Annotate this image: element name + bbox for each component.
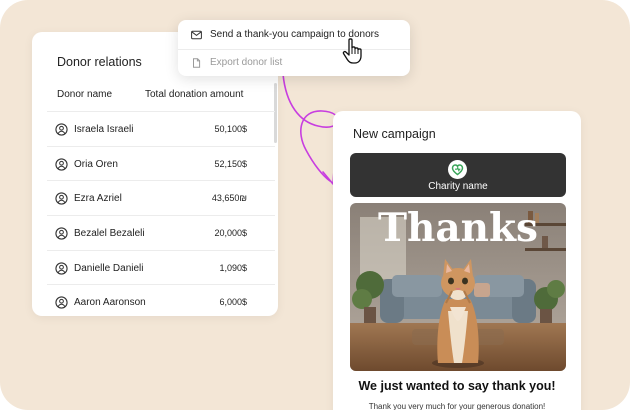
donation-amount: 1,090$ xyxy=(219,262,247,273)
donor-table: Israela Israeli 50,100$ Oria Oren 52,150… xyxy=(47,111,275,316)
column-header-name[interactable]: Donor name xyxy=(57,89,112,100)
donor-name: Israela Israeli xyxy=(74,124,134,135)
donation-amount: 52,150$ xyxy=(214,158,247,169)
mail-icon xyxy=(191,30,202,40)
table-row[interactable]: Israela Israeli 50,100$ xyxy=(47,111,275,146)
donor-actions-menu: Send a thank-you campaign to donors Expo… xyxy=(178,20,410,76)
hand-cursor-icon xyxy=(342,38,362,64)
table-row[interactable]: Danielle Danieli 1,090$ xyxy=(47,249,275,285)
menu-item-send-campaign[interactable]: Send a thank-you campaign to donors xyxy=(178,22,410,48)
user-icon xyxy=(55,192,68,206)
user-icon xyxy=(55,227,68,240)
file-icon xyxy=(193,58,201,68)
panel-title: Donor relations xyxy=(57,55,142,69)
background-canvas: Donor relations Donor name Total donatio… xyxy=(0,0,630,410)
campaign-body-text: Thank you very much for your generous do… xyxy=(368,402,546,410)
donation-amount: 50,100$ xyxy=(214,124,247,134)
table-row[interactable]: Oria Oren 52,150$ xyxy=(47,145,275,181)
column-header-amount[interactable]: Total donation amount xyxy=(145,89,243,100)
user-icon xyxy=(55,262,68,275)
user-icon xyxy=(55,158,68,171)
donation-amount: 6,000$ xyxy=(219,297,247,308)
menu-item-export-list[interactable]: Export donor list xyxy=(178,50,410,76)
charity-logo-icon xyxy=(448,160,467,179)
table-row[interactable]: Aaron Aaronson 6,000$ xyxy=(47,284,275,316)
donor-name: Bezalel Bezaleli xyxy=(74,228,145,240)
donor-name: Ezra Azriel xyxy=(74,193,122,205)
donor-name: Aaron Aaronson xyxy=(74,297,146,309)
new-campaign-panel: New campaign Charity name Thanks We just… xyxy=(333,111,581,410)
user-icon xyxy=(55,296,68,310)
donor-name: Danielle Danieli xyxy=(74,262,144,274)
donor-name: Oria Oren xyxy=(74,158,118,170)
user-icon xyxy=(55,123,68,136)
donation-amount: 43,650₪ xyxy=(211,193,247,204)
donation-amount: 20,000$ xyxy=(214,228,247,239)
panel-title: New campaign xyxy=(353,127,436,141)
table-row[interactable]: Ezra Azriel 43,650₪ xyxy=(47,180,275,215)
menu-item-label: Export donor list xyxy=(210,57,283,68)
charity-name: Charity name xyxy=(428,181,488,192)
table-row[interactable]: Bezalel Bezaleli 20,000$ xyxy=(47,215,275,250)
charity-banner: Charity name xyxy=(350,153,566,197)
hero-thanks-text: Thanks xyxy=(378,205,538,251)
campaign-heading: We just wanted to say thank you! xyxy=(358,379,556,393)
thanks-cat-image: Thanks xyxy=(350,203,566,371)
